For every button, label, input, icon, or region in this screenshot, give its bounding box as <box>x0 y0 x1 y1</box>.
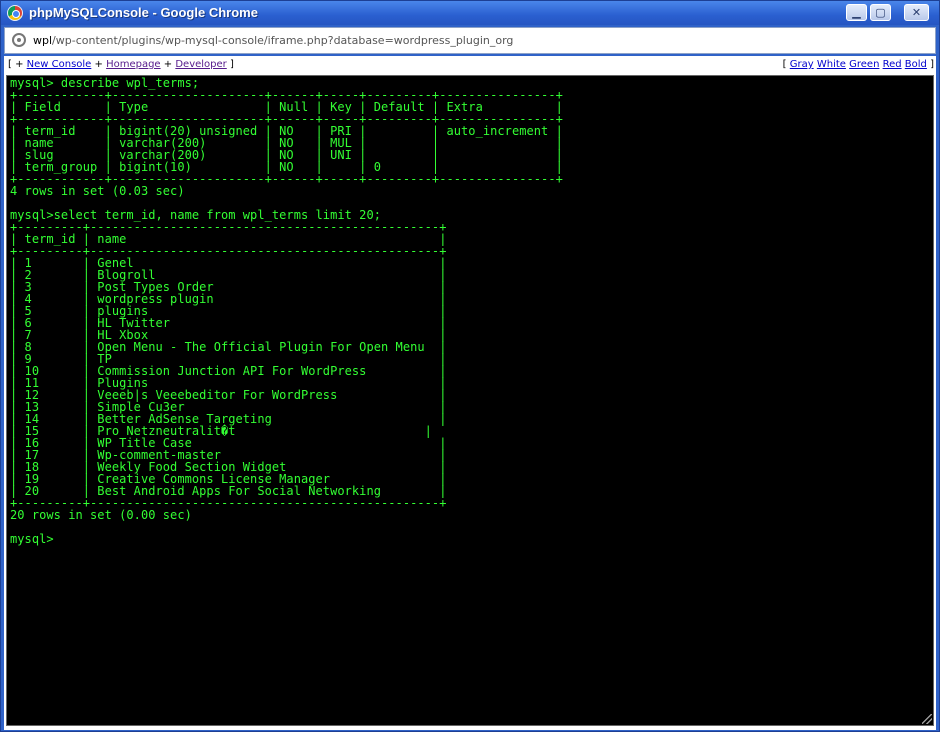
window-title: phpMySQLConsole - Google Chrome <box>29 5 258 20</box>
theme-green-link[interactable]: Green <box>849 59 879 70</box>
chrome-logo-icon <box>7 5 23 21</box>
theme-white-link[interactable]: White <box>817 59 846 70</box>
page-info-icon[interactable] <box>12 33 26 47</box>
bracket-open: [ <box>782 59 790 70</box>
theme-gray-link[interactable]: Gray <box>790 59 814 70</box>
bracket-close: ] <box>926 59 934 70</box>
url-text[interactable]: wpl/wp-content/plugins/wp-mysql-console/… <box>33 34 513 47</box>
terminal-line: 4 rows in set (0.03 sec) <box>10 184 185 198</box>
terminal-output: mysql> describe wpl_terms; +------------+… <box>10 77 563 545</box>
developer-link[interactable]: Developer <box>175 59 226 70</box>
maximize-button[interactable]: ▢ <box>870 4 891 21</box>
theme-bold-link[interactable]: Bold <box>905 59 927 70</box>
bracket-close: ] <box>226 59 234 70</box>
address-bar[interactable]: wpl/wp-content/plugins/wp-mysql-console/… <box>4 27 936 54</box>
theme-red-link[interactable]: Red <box>883 59 902 70</box>
browser-window: phpMySQLConsole - Google Chrome ▁ ▢ ✕ wp… <box>0 0 940 732</box>
url-host: wpl <box>33 34 53 47</box>
bracket-open: [ + <box>8 59 27 70</box>
close-button[interactable]: ✕ <box>904 4 929 21</box>
new-console-link[interactable]: New Console <box>27 59 92 70</box>
url-path: /wp-content/plugins/wp-mysql-console/ifr… <box>52 34 514 47</box>
console-terminal[interactable]: mysql> describe wpl_terms; +------------+… <box>6 75 934 726</box>
toolbar-left: [ + New Console + Homepage + Developer ] <box>8 59 234 70</box>
resize-grip-icon[interactable] <box>922 714 932 724</box>
terminal-line: 20 rows in set (0.00 sec) <box>10 508 192 522</box>
separator: + <box>91 59 107 70</box>
homepage-link[interactable]: Homepage <box>106 59 161 70</box>
terminal-line: mysql> <box>10 532 54 546</box>
toolbar-right: [ Gray White Green Red Bold ] <box>783 59 934 70</box>
page-content: [ + New Console + Homepage + Developer ]… <box>4 56 936 730</box>
title-bar[interactable]: phpMySQLConsole - Google Chrome ▁ ▢ ✕ <box>1 1 939 25</box>
minimize-button[interactable]: ▁ <box>846 4 867 21</box>
console-toolbar: [ + New Console + Homepage + Developer ]… <box>4 56 936 74</box>
separator: + <box>160 59 176 70</box>
